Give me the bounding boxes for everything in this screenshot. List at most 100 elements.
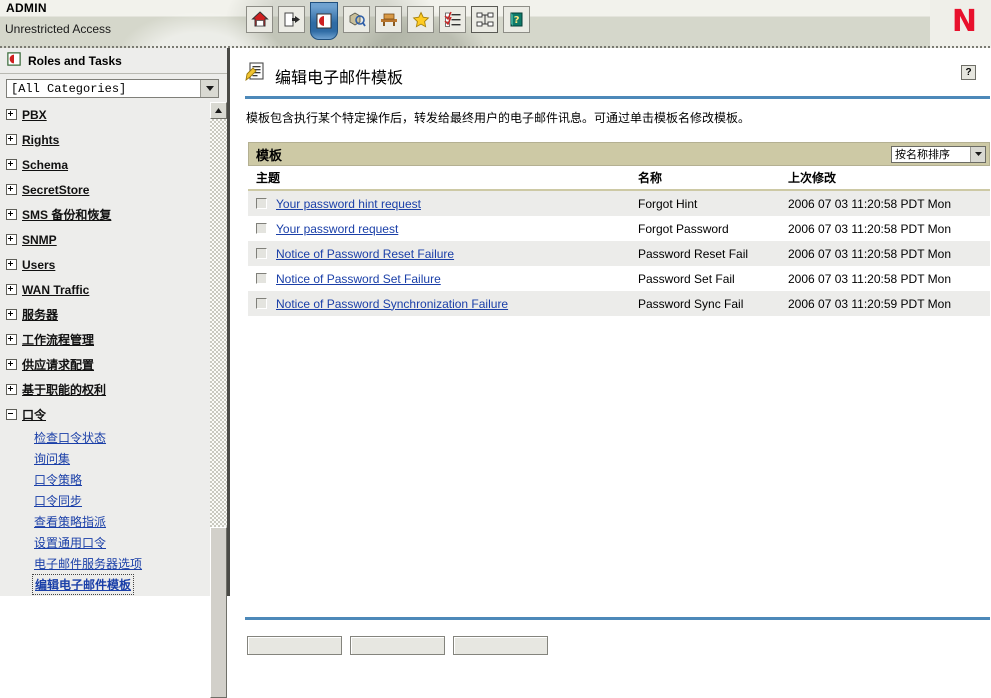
sort-select[interactable]: 按名称排序 xyxy=(891,146,986,163)
expand-plus-icon[interactable] xyxy=(6,109,17,120)
column-header-name[interactable]: 名称 xyxy=(638,169,788,186)
tree-node[interactable]: SNMP xyxy=(0,227,210,252)
configure-icon[interactable] xyxy=(375,6,402,33)
tree-node-label[interactable]: WAN Traffic xyxy=(22,283,89,297)
sidebar-scrollbar[interactable] xyxy=(210,102,227,644)
tree-leaf[interactable]: 电子邮件服务器选项 xyxy=(0,553,210,574)
tree-node-label[interactable]: 供应请求配置 xyxy=(22,356,94,373)
roles-and-tasks-icon[interactable] xyxy=(310,2,338,40)
expand-plus-icon[interactable] xyxy=(6,184,17,195)
template-link[interactable]: Notice of Password Synchronization Failu… xyxy=(276,297,508,311)
template-link[interactable]: Your password hint request xyxy=(276,197,421,211)
tree-node[interactable]: SecretStore xyxy=(0,177,210,202)
row-checkbox[interactable] xyxy=(256,223,267,234)
tree-node-label[interactable]: SecretStore xyxy=(22,183,89,197)
tree-node-label[interactable]: 工作流程管理 xyxy=(22,331,94,348)
category-select-value: [All Categories] xyxy=(7,82,200,96)
row-checkbox[interactable] xyxy=(256,298,267,309)
tree-node[interactable]: Schema xyxy=(0,152,210,177)
checklist-icon[interactable] xyxy=(439,6,466,33)
home-icon[interactable] xyxy=(246,6,273,33)
tree-node-label[interactable]: SMS 备份和恢复 xyxy=(22,206,111,223)
tree-node[interactable]: 口令 xyxy=(0,402,210,427)
tree-leaf[interactable]: 口令同步 xyxy=(0,490,210,511)
tree-node[interactable]: PBX xyxy=(0,102,210,127)
expand-plus-icon[interactable] xyxy=(6,334,17,345)
main-toolbar: ? xyxy=(246,2,530,46)
expand-plus-icon[interactable] xyxy=(6,284,17,295)
object-view-icon[interactable] xyxy=(343,6,370,33)
help-button[interactable]: ? xyxy=(961,65,976,80)
template-link[interactable]: Notice of Password Set Failure xyxy=(276,272,441,286)
row-checkbox[interactable] xyxy=(256,248,267,259)
table-row[interactable]: Notice of Password Synchronization Failu… xyxy=(248,291,990,316)
tree-node-label[interactable]: PBX xyxy=(22,108,47,122)
chevron-down-icon[interactable] xyxy=(200,80,218,97)
footer-button[interactable] xyxy=(453,636,548,655)
tree-leaf[interactable]: 检查口令状态 xyxy=(0,427,210,448)
table-body: Your password hint requestForgot Hint200… xyxy=(248,191,990,316)
expand-plus-icon[interactable] xyxy=(6,259,17,270)
tree-leaf-label[interactable]: 口令策略 xyxy=(34,471,82,488)
tree-node[interactable]: Rights xyxy=(0,127,210,152)
svg-text:?: ? xyxy=(513,15,519,26)
category-select[interactable]: [All Categories] xyxy=(6,79,219,98)
favorites-star-icon[interactable] xyxy=(407,6,434,33)
expand-plus-icon[interactable] xyxy=(6,234,17,245)
table-row[interactable]: Your password hint requestForgot Hint200… xyxy=(248,191,990,216)
tree-node-label[interactable]: Users xyxy=(22,258,55,272)
help-book-icon[interactable]: ? xyxy=(503,6,530,33)
tree-leaf-label[interactable]: 电子邮件服务器选项 xyxy=(34,555,142,572)
tree-node-label[interactable]: Schema xyxy=(22,158,68,172)
template-link[interactable]: Your password request xyxy=(276,222,398,236)
row-checkbox[interactable] xyxy=(256,198,267,209)
footer-button[interactable] xyxy=(350,636,445,655)
tree-node-label[interactable]: 服务器 xyxy=(22,306,58,323)
table-row[interactable]: Your password requestForgot Password2006… xyxy=(248,216,990,241)
scrollbar-up-button[interactable] xyxy=(210,102,227,119)
cell-name: Password Sync Fail xyxy=(638,297,788,311)
org-chart-icon[interactable] xyxy=(471,6,498,33)
title-divider xyxy=(245,96,990,99)
tree-node[interactable]: SMS 备份和恢复 xyxy=(0,202,210,227)
tree-leaf[interactable]: 设置通用口令 xyxy=(0,532,210,553)
table-row[interactable]: Notice of Password Set FailurePassword S… xyxy=(248,266,990,291)
tree-leaf[interactable]: 查看策略指派 xyxy=(0,511,210,532)
tree-leaf-label[interactable]: 设置通用口令 xyxy=(34,534,106,551)
expand-plus-icon[interactable] xyxy=(6,359,17,370)
tree-node-label[interactable]: 口令 xyxy=(22,406,46,423)
tree-node[interactable]: 工作流程管理 xyxy=(0,327,210,352)
tree-leaf[interactable]: 口令策略 xyxy=(0,469,210,490)
tree-node[interactable]: 供应请求配置 xyxy=(0,352,210,377)
scrollbar-thumb[interactable] xyxy=(210,527,227,698)
tree-leaf-label[interactable]: 口令同步 xyxy=(34,492,82,509)
tree-leaf[interactable]: 询问集 xyxy=(0,448,210,469)
footer-button[interactable] xyxy=(247,636,342,655)
row-checkbox[interactable] xyxy=(256,273,267,284)
column-header-modified[interactable]: 上次修改 xyxy=(788,169,990,186)
tree-leaf-label[interactable]: 询问集 xyxy=(34,450,70,467)
tree-node[interactable]: Users xyxy=(0,252,210,277)
expand-plus-icon[interactable] xyxy=(6,159,17,170)
table-row[interactable]: Notice of Password Reset FailurePassword… xyxy=(248,241,990,266)
tree-node[interactable]: 基于职能的权利 xyxy=(0,377,210,402)
expand-plus-icon[interactable] xyxy=(6,134,17,145)
tree-node[interactable]: 服务器 xyxy=(0,302,210,327)
chevron-down-icon[interactable] xyxy=(970,147,985,162)
template-link[interactable]: Notice of Password Reset Failure xyxy=(276,247,454,261)
exit-icon[interactable] xyxy=(278,6,305,33)
tree-leaf-label[interactable]: 检查口令状态 xyxy=(34,429,106,446)
tree-leaf-label[interactable]: 查看策略指派 xyxy=(34,513,106,530)
column-header-subject[interactable]: 主题 xyxy=(248,169,638,186)
expand-plus-icon[interactable] xyxy=(6,309,17,320)
collapse-minus-icon[interactable] xyxy=(6,409,17,420)
tree-node-label[interactable]: SNMP xyxy=(22,233,57,247)
tree-node-label[interactable]: 基于职能的权利 xyxy=(22,381,106,398)
expand-plus-icon[interactable] xyxy=(6,384,17,395)
tree-node[interactable]: WAN Traffic xyxy=(0,277,210,302)
tree-leaf-selected[interactable]: 编辑电子邮件模板 xyxy=(0,574,210,595)
cell-modified: 2006 07 03 11:20:58 PDT Mon xyxy=(788,247,990,261)
expand-plus-icon[interactable] xyxy=(6,209,17,220)
tree-leaf-label[interactable]: 编辑电子邮件模板 xyxy=(34,576,132,593)
tree-node-label[interactable]: Rights xyxy=(22,133,59,147)
